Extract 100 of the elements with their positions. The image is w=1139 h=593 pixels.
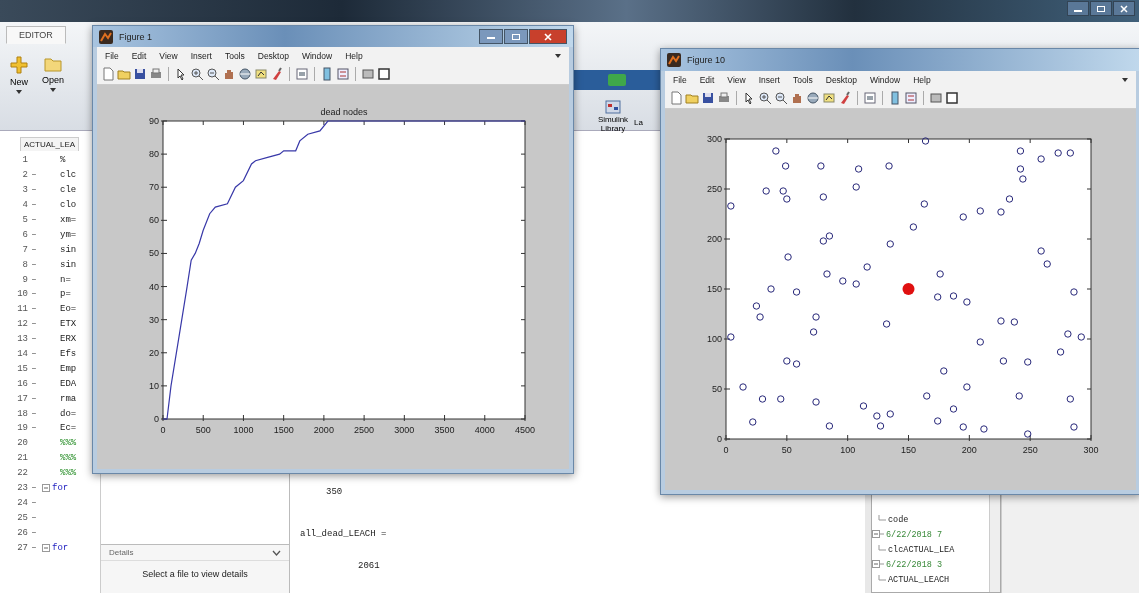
menu-item[interactable]: Insert [190, 50, 212, 61]
save-icon[interactable] [701, 91, 715, 105]
menu-item[interactable]: View [159, 50, 178, 61]
data-point [839, 277, 847, 285]
data-point [1015, 392, 1023, 400]
library-button[interactable]: Simulink Library [596, 100, 630, 134]
brush-icon[interactable] [838, 91, 852, 105]
legend-icon[interactable] [904, 91, 918, 105]
history-entry[interactable]: ACTUAL_LEACH [888, 574, 950, 585]
breakpoint-dash[interactable]: – [31, 483, 37, 494]
breakpoint-dash[interactable]: – [31, 408, 37, 419]
menu-item[interactable]: Desktop [825, 74, 857, 85]
close-button[interactable] [529, 29, 567, 44]
close-button[interactable] [1113, 1, 1135, 16]
chevron-icon[interactable] [272, 549, 281, 556]
breakpoint-dash[interactable]: – [31, 512, 37, 523]
colorbar-icon[interactable] [888, 91, 902, 105]
window-icon[interactable] [377, 67, 391, 81]
new-button[interactable]: New [6, 54, 32, 96]
brush-icon[interactable] [270, 67, 284, 81]
menu-item[interactable]: Desktop [257, 50, 289, 61]
breakpoint-dash[interactable]: – [31, 244, 37, 255]
breakpoint-dash[interactable]: – [31, 274, 37, 285]
data-point [739, 383, 747, 391]
zoom-out-icon[interactable] [774, 91, 788, 105]
breakpoint-dash[interactable]: – [31, 497, 37, 508]
panel-icon[interactable] [361, 67, 375, 81]
dock-arrow-icon[interactable] [1122, 77, 1128, 82]
breakpoint-dash[interactable]: – [31, 423, 37, 434]
breakpoint-dash[interactable]: – [31, 527, 37, 538]
code-text: ym= [60, 229, 77, 240]
breakpoint-dash[interactable]: – [31, 304, 37, 315]
window-icon[interactable] [945, 91, 959, 105]
breakpoint-dash[interactable]: – [31, 378, 37, 389]
print-icon[interactable] [717, 91, 731, 105]
minimize-button[interactable] [1067, 1, 1089, 16]
collapse-icon[interactable] [872, 530, 884, 539]
menu-item[interactable]: Tools [224, 50, 245, 61]
data-cursor-icon[interactable] [254, 67, 268, 81]
dock-arrow-icon[interactable] [555, 53, 561, 58]
menu-item[interactable]: View [727, 74, 746, 85]
breakpoint-dash[interactable]: – [31, 289, 37, 300]
breakpoint-dash[interactable]: – [31, 363, 37, 374]
layout-button[interactable]: La [634, 100, 643, 127]
history-entry[interactable]: 6/22/2018 3 [886, 559, 943, 570]
breakpoint-dash[interactable]: – [31, 170, 37, 181]
menu-item[interactable]: Edit [131, 50, 147, 61]
menu-item[interactable]: Insert [758, 74, 780, 85]
menu-item[interactable]: File [105, 50, 119, 61]
line-number: 4 [21, 200, 28, 211]
breakpoint-dash[interactable]: – [31, 215, 37, 225]
open-button[interactable]: Open [38, 54, 69, 96]
colorbar-icon[interactable] [320, 67, 334, 81]
zoom-in-icon[interactable] [758, 91, 772, 105]
code-text: Efs [60, 349, 77, 359]
zoom-in-icon[interactable] [190, 67, 204, 81]
breakpoint-dash[interactable]: – [31, 200, 37, 211]
toolstrip-tab[interactable]: EDITOR [6, 26, 66, 44]
rotate-icon[interactable] [238, 67, 252, 81]
line-number: 8 [21, 259, 28, 270]
menu-item[interactable]: Help [345, 50, 363, 61]
new-file-icon[interactable] [669, 91, 683, 105]
code-text: %%% [60, 468, 77, 479]
data-point [1037, 247, 1045, 255]
breakpoint-dash[interactable]: – [31, 542, 37, 553]
legend-icon[interactable] [336, 67, 350, 81]
breakpoint-dash[interactable]: – [31, 185, 37, 196]
save-icon[interactable] [133, 67, 147, 81]
panel-icon[interactable] [929, 91, 943, 105]
data-cursor-icon[interactable] [822, 91, 836, 105]
history-entry[interactable]: 6/22/2018 7 [886, 529, 943, 540]
rotate-icon[interactable] [806, 91, 820, 105]
zoom-out-icon[interactable] [206, 67, 220, 81]
breakpoint-dash[interactable]: – [31, 334, 37, 345]
data-point [1019, 175, 1027, 183]
maximize-button[interactable] [1090, 1, 1112, 16]
maximize-button[interactable] [504, 29, 528, 44]
menu-item[interactable]: File [673, 74, 687, 85]
collapse-icon[interactable] [872, 560, 884, 569]
menu-item[interactable]: Window [301, 50, 333, 61]
breakpoint-dash[interactable]: – [31, 349, 37, 359]
print-icon[interactable] [149, 67, 163, 81]
new-file-icon[interactable] [101, 67, 115, 81]
menu-item[interactable]: Edit [699, 74, 715, 85]
fold-icon[interactable] [42, 484, 50, 493]
minimize-button[interactable] [479, 29, 503, 44]
history-entry[interactable]: code [888, 514, 909, 525]
code-text: cle [60, 185, 77, 196]
menu-item[interactable]: Window [869, 74, 901, 85]
breakpoint-dash[interactable]: – [31, 393, 37, 404]
history-entry[interactable]: clcACTUAL_LEA [888, 544, 955, 555]
menu-item[interactable]: Tools [792, 74, 813, 85]
fold-icon[interactable] [42, 543, 50, 552]
breakpoint-dash[interactable]: – [31, 229, 37, 240]
scrollbar[interactable] [989, 494, 1000, 592]
file-tab[interactable]: ACTUAL_LEA [20, 137, 80, 151]
chart-title: dead nodes [320, 107, 368, 117]
menu-item[interactable]: Help [913, 74, 931, 85]
breakpoint-dash[interactable]: – [31, 259, 37, 270]
breakpoint-dash[interactable]: – [31, 319, 37, 330]
